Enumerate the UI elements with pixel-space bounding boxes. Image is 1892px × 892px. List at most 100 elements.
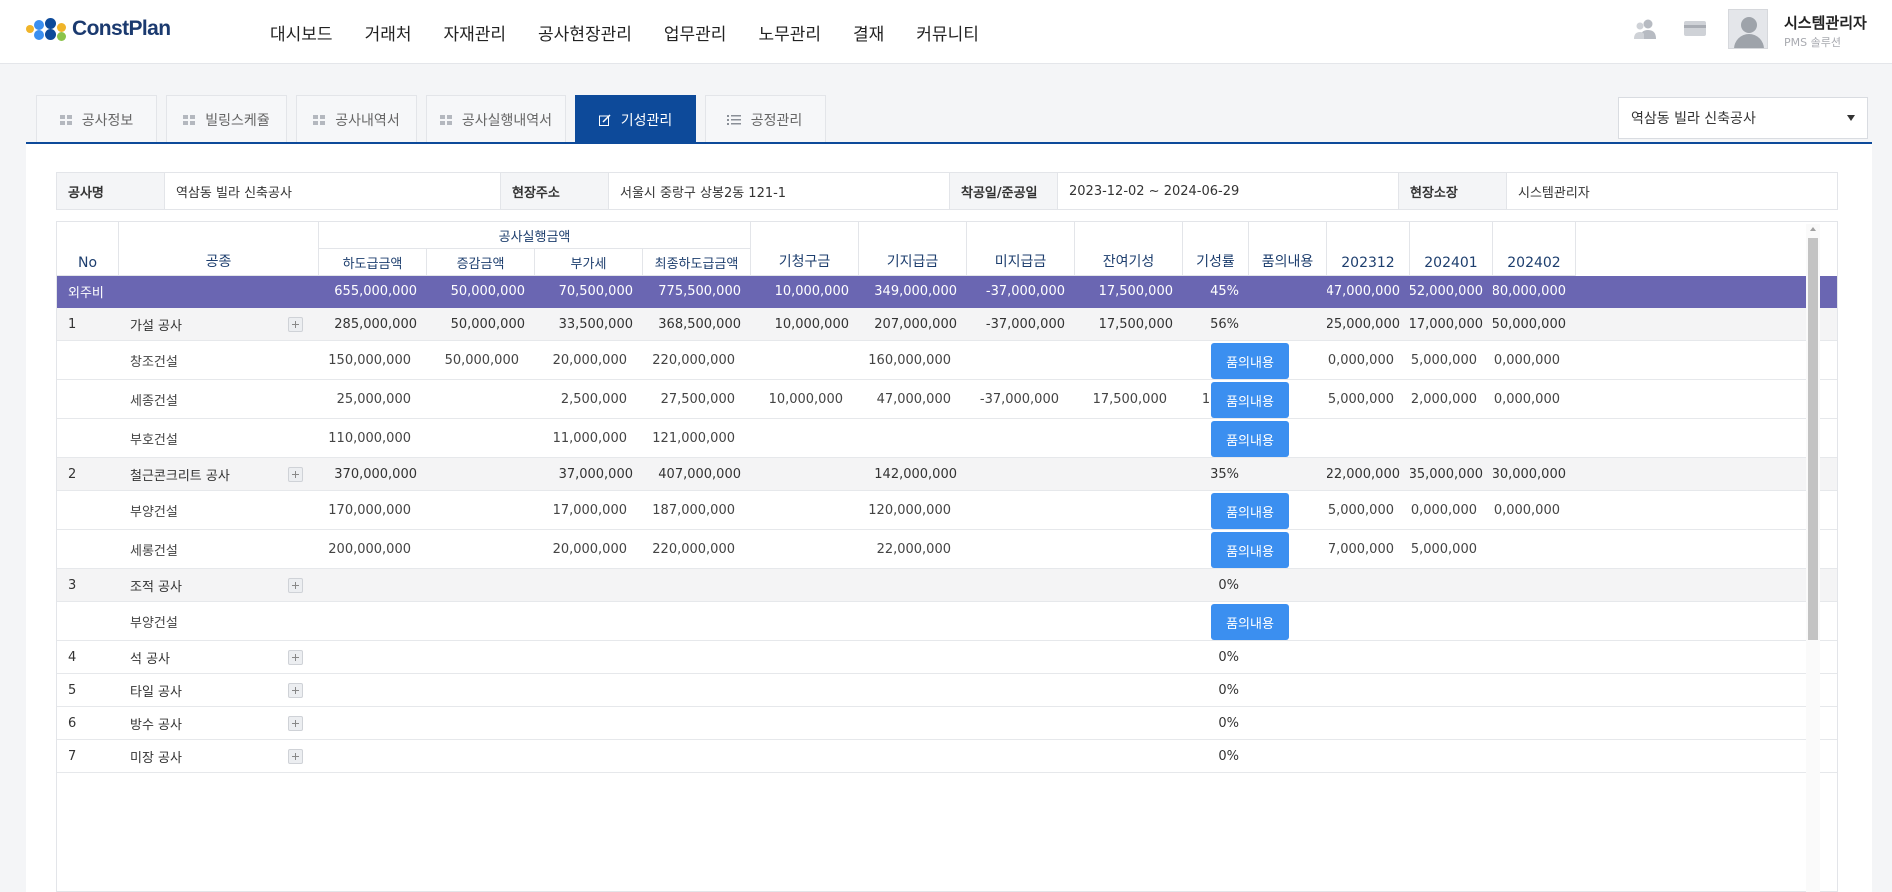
cell-m3 <box>1493 674 1576 706</box>
expand-plus-icon[interactable] <box>288 749 303 764</box>
expand-plus-icon[interactable] <box>288 578 303 593</box>
cell-fin <box>643 674 751 706</box>
tab-work-breakdown[interactable]: 공사내역서 <box>296 95 417 143</box>
project-select[interactable]: 역삼동 빌라 신축공사 <box>1618 97 1868 139</box>
cell-vat: 17,000,000 <box>552 502 627 518</box>
cell-chg <box>427 458 535 490</box>
expand-plus-icon[interactable] <box>288 683 303 698</box>
nav-item-dashboard[interactable]: 대시보드 <box>270 20 333 45</box>
consult-button[interactable]: 품의내용 <box>1211 382 1289 418</box>
cell-no: 2 <box>68 466 77 482</box>
tab-progress-management[interactable]: 기성관리 <box>575 95 696 143</box>
cell-m1: 7,000,000 <box>1327 541 1394 557</box>
table-row: 4 석 공사 0% <box>57 641 1837 674</box>
logo-mark-icon <box>26 17 66 41</box>
cell-sub <box>319 641 427 673</box>
cell-no: 외주비 <box>68 286 104 301</box>
expand-plus-icon[interactable] <box>288 317 303 332</box>
cell-m3: 30,000,000 <box>1493 502 1560 518</box>
tab-label: 공사내역서 <box>335 112 400 129</box>
cell-no: 3 <box>68 577 77 593</box>
cell-m2: 15,000,000 <box>1410 352 1477 368</box>
cell-sub <box>319 674 427 706</box>
vertical-scrollbar[interactable] <box>1806 224 1820 892</box>
cell-m2: 35,000,000 <box>1410 466 1483 482</box>
expand-plus-icon[interactable] <box>288 467 303 482</box>
cell-chg: 50,000,000 <box>450 316 525 332</box>
cell-trade: 부양건설 <box>130 615 178 631</box>
cell-paid <box>859 707 967 739</box>
expand-plus-icon[interactable] <box>288 650 303 665</box>
project-select-value: 역삼동 빌라 신축공사 <box>1631 111 1756 127</box>
cell-vat <box>535 641 643 673</box>
cell-sub: 170,000,000 <box>328 502 411 518</box>
site-address-value: 서울시 중랑구 상봉2동 121-1 <box>609 173 950 209</box>
table-row: 세종건설 25,000,000 2,500,000 27,500,000 10,000,… <box>57 380 1837 419</box>
nav-item-approval[interactable]: 결재 <box>853 20 884 45</box>
cell-trade: 철근콘크리트 공사 <box>130 468 230 484</box>
cell-claim <box>751 674 859 706</box>
header-month-202401: 202401 <box>1410 222 1493 276</box>
scroll-up-icon[interactable] <box>1810 227 1816 231</box>
cell-m3 <box>1493 641 1576 673</box>
consult-button[interactable]: 품의내용 <box>1211 493 1289 529</box>
scrollbar-thumb[interactable] <box>1808 238 1818 640</box>
table-row: 1 가설 공사 285,000,000 50,000,000 33,500,000 368… <box>57 308 1837 341</box>
nav-item-community[interactable]: 커뮤니티 <box>916 20 979 45</box>
logo-text: ConstPlan <box>72 17 171 40</box>
tab-label: 빌링스케쥴 <box>205 112 270 129</box>
consult-button[interactable]: 품의내용 <box>1211 343 1289 379</box>
nav-item-tasks[interactable]: 업무관리 <box>664 20 727 45</box>
tab-schedule-management[interactable]: 공정관리 <box>705 95 826 143</box>
cell-rem: 17,500,000 <box>1098 284 1173 299</box>
cell-vat <box>535 569 643 601</box>
cell-m2 <box>1410 419 1493 457</box>
cell-unpaid <box>967 569 1075 601</box>
cell-unpaid <box>967 707 1075 739</box>
cell-fin: 27,500,000 <box>660 391 735 407</box>
tab-project-info[interactable]: 공사정보 <box>36 95 157 143</box>
nav-item-clients[interactable]: 거래처 <box>365 20 412 45</box>
cell-vat: 70,500,000 <box>558 284 633 299</box>
cell-sub <box>319 740 427 772</box>
cell-fin: 368,500,000 <box>658 316 741 332</box>
cell-chg <box>427 740 535 772</box>
cell-paid <box>859 602 967 640</box>
cell-no <box>57 602 119 640</box>
nav-item-sites[interactable]: 공사현장관리 <box>538 20 632 45</box>
tab-billing-schedule[interactable]: 빌링스케쥴 <box>166 95 287 143</box>
grid-icon <box>439 114 452 125</box>
cell-unpaid <box>967 419 1075 457</box>
cell-fin: 187,000,000 <box>652 502 735 518</box>
top-navigation-bar: ConstPlan 대시보드 거래처 자재관리 공사현장관리 업무관리 노무관리… <box>0 0 1892 64</box>
consult-button[interactable]: 품의내용 <box>1211 604 1289 640</box>
cell-sub <box>319 707 427 739</box>
avatar[interactable] <box>1728 9 1768 49</box>
cell-rate: 35% <box>1210 466 1239 482</box>
consult-button[interactable]: 품의내용 <box>1211 532 1289 568</box>
cell-rem <box>1075 341 1183 379</box>
nav-item-materials[interactable]: 자재관리 <box>443 20 506 45</box>
users-icon[interactable] <box>1632 18 1658 40</box>
cell-vat: 11,000,000 <box>552 430 627 446</box>
cell-m3 <box>1493 419 1576 457</box>
cell-vat: 20,000,000 <box>552 352 627 368</box>
cell-m1: 47,000,000 <box>1327 284 1400 299</box>
cell-unpaid: -37,000,000 <box>985 284 1065 299</box>
project-name-value: 역삼동 빌라 신축공사 <box>165 173 501 209</box>
header-vat: 부가세 <box>535 249 643 276</box>
cell-rem <box>1075 641 1183 673</box>
consult-button[interactable]: 품의내용 <box>1211 421 1289 457</box>
tab-execution-breakdown[interactable]: 공사실행내역서 <box>426 95 566 143</box>
card-icon[interactable] <box>1682 18 1708 40</box>
nav-item-labor[interactable]: 노무관리 <box>758 20 821 45</box>
cell-rem <box>1075 419 1183 457</box>
table-row: 부양건설0%품의내용 <box>57 602 1837 641</box>
cell-paid <box>859 674 967 706</box>
cell-m3 <box>1493 707 1576 739</box>
cell-claim <box>751 491 859 529</box>
expand-plus-icon[interactable] <box>288 716 303 731</box>
logo[interactable]: ConstPlan <box>26 17 171 41</box>
cell-paid: 142,000,000 <box>874 466 957 482</box>
cell-trade: 조적 공사 <box>130 579 182 595</box>
